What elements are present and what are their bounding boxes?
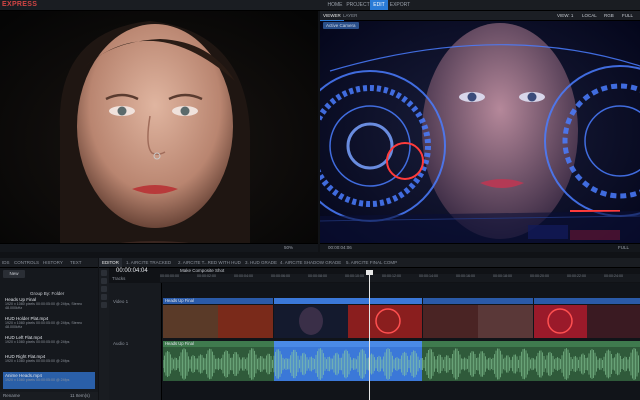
ruler-tick: 00:00:06:00: [271, 274, 290, 278]
playhead[interactable]: [369, 270, 370, 400]
viewer-header: VIEWER LAYER VIEW: 1 LOCAL RGB FULL: [320, 11, 640, 21]
rename-button[interactable]: Rename: [3, 392, 20, 400]
composite-zoom-label[interactable]: FULL: [618, 244, 629, 252]
ruler-tick: 00:00:08:00: [308, 274, 327, 278]
timeline-toolbar: [99, 268, 109, 400]
nav-tab-export[interactable]: EXPORT: [389, 0, 411, 10]
panel-footer: Rename 11 Item(s): [0, 392, 98, 400]
timeline-ruler[interactable]: 00:00:00:00 00:00:02:00 00:00:04:00 00:00:0…: [160, 274, 640, 282]
item-count: 11 Item(s): [70, 393, 90, 398]
ruler-tick: 00:00:14:00: [419, 274, 438, 278]
tracks-label: Tracks: [112, 276, 126, 281]
tab-history[interactable]: HISTORY: [43, 258, 63, 267]
tab-composite-4[interactable]: 4. AIRCITE SHADOW GRADE: [277, 258, 344, 267]
nav-tab-home[interactable]: HOME: [322, 0, 348, 10]
media-item-meta: 1920 x 1080 pixels 00:00:05:00 @ 24fps: [5, 359, 70, 363]
source-face-image: [0, 11, 318, 251]
slice-tool-icon[interactable]: [101, 278, 107, 284]
media-item[interactable]: HUD Left Flat.mp4 1920 x 1080 pixels 00:…: [3, 334, 95, 351]
panel-tabs: IDS CONTROLS HISTORY TEXT: [0, 258, 98, 268]
ruler-tick: 00:00:22:00: [567, 274, 586, 278]
new-button-label: New: [9, 271, 19, 276]
ruler-tick: 00:00:04:00: [234, 274, 253, 278]
top-menu-bar: [0, 0, 640, 11]
ruler-tick: 00:00:10:00: [345, 274, 364, 278]
tab-composite-2[interactable]: 2. AIRCITE T...RED WITH HUD: [175, 258, 244, 267]
select-tool-icon[interactable]: [101, 270, 107, 276]
timeline-tabs: EDITOR 1. AIRCITE TRACKED 2. AIRCITE T..…: [99, 258, 640, 268]
composite-viewer-footer: 00:00:04:06 FULL: [320, 243, 640, 252]
video-track-name[interactable]: Video 1: [113, 299, 128, 304]
zoom-selector[interactable]: FULL: [622, 11, 633, 20]
media-item-meta: 1920 x 1080 pixels 00:00:05:00 @ 24fps: [5, 340, 70, 344]
ruler-tick: 00:00:02:00: [197, 274, 216, 278]
audio-track-name[interactable]: Audio 1: [113, 341, 128, 346]
video-clip-label: Heads Up Final: [165, 298, 194, 303]
tab-composite-5[interactable]: 5. AIRCITE FINAL COMP: [343, 258, 400, 267]
nav-tab-project[interactable]: PROJECT: [346, 0, 370, 10]
media-item-selected[interactable]: Anime Heads.mp4 1920 x 1080 pixels 00:00…: [3, 372, 95, 389]
audio-clip-label: Heads Up Final: [165, 341, 194, 346]
view-selector[interactable]: VIEW: 1: [557, 11, 573, 20]
ruler-tick: 00:00:24:00: [604, 274, 623, 278]
media-item[interactable]: HUD Right Flat.mp4 1920 x 1080 pixels 00…: [3, 353, 95, 370]
source-viewer-footer: 50%: [0, 243, 318, 252]
ruler-tick: 00:00:00:00: [160, 274, 179, 278]
media-item-meta: 1920 x 1080 pixels 00:00:05:00 @ 24fps, …: [5, 321, 82, 329]
media-item[interactable]: HUD Holder Plat.mp4 1920 x 1080 pixels 0…: [3, 315, 95, 332]
media-item-meta: 1920 x 1080 pixels 00:00:05:00 @ 24fps, …: [5, 302, 82, 310]
source-zoom-label[interactable]: 50%: [284, 244, 293, 252]
ruler-tick: 00:00:12:00: [382, 274, 401, 278]
app-logo: EXPRESS: [2, 1, 38, 8]
viewer-timecode: 00:00:04:06: [328, 245, 352, 250]
new-button[interactable]: New: [3, 270, 25, 278]
ruler-tick: 00:00:18:00: [493, 274, 512, 278]
ruler-tick: 00:00:20:00: [530, 274, 549, 278]
tab-controls[interactable]: CONTROLS: [14, 258, 39, 267]
tab-composite-3[interactable]: 3. HUD GRADE: [242, 258, 280, 267]
timeline-timecode[interactable]: 00:00:04:04: [116, 268, 148, 274]
audio-track[interactable]: [163, 341, 640, 381]
media-item-meta: 1920 x 1080 pixels 00:00:05:00 @ 24fps: [5, 378, 70, 382]
video-track[interactable]: [163, 298, 640, 338]
camera-badge[interactable]: Active Camera: [323, 22, 359, 29]
tab-composite-1[interactable]: 1. AIRCITE TRACKED: [123, 258, 174, 267]
composite-viewer[interactable]: [320, 11, 640, 251]
media-item[interactable]: Heads Up Final 1920 x 1080 pixels 00:00:…: [3, 296, 95, 313]
tab-text[interactable]: TEXT: [70, 258, 82, 267]
source-viewer[interactable]: [0, 11, 318, 251]
tab-editor[interactable]: EDITOR: [99, 258, 122, 267]
nav-tab-edit[interactable]: EDIT: [370, 0, 388, 10]
ripple-tool-icon[interactable]: [101, 294, 107, 300]
channel-selector[interactable]: RGB: [604, 11, 614, 20]
ruler-tick: 00:00:16:00: [456, 274, 475, 278]
composite-hud-image: [320, 11, 640, 251]
space-selector[interactable]: LOCAL: [582, 11, 597, 20]
slip-tool-icon[interactable]: [101, 286, 107, 292]
magnet-icon[interactable]: [101, 302, 107, 308]
make-composite-shot-button[interactable]: Make Composite Shot: [180, 268, 224, 273]
tab-layer[interactable]: LAYER: [340, 11, 360, 20]
tab-ids[interactable]: IDS: [2, 258, 10, 267]
